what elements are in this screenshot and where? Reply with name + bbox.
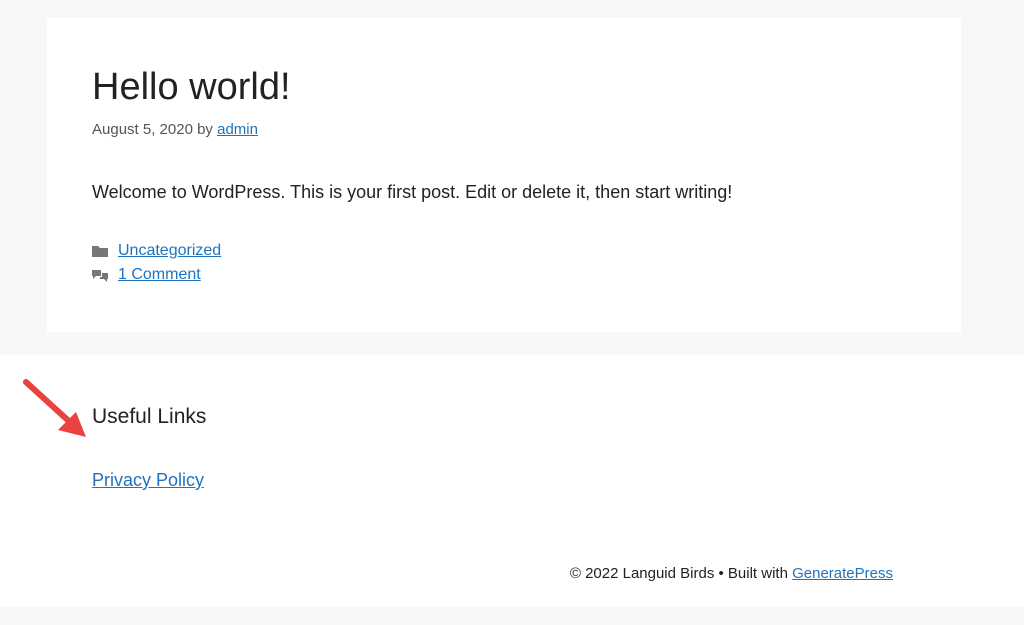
post-by-label: by xyxy=(197,121,213,138)
comments-row: 1 Comment xyxy=(91,266,201,284)
comments-link[interactable]: 1 Comment xyxy=(118,266,201,284)
post-card: Hello world! August 5, 2020 by admin Wel… xyxy=(47,18,961,332)
site-info: © 2022 Languid Birds • Built with Genera… xyxy=(570,565,893,582)
folder-icon xyxy=(92,246,108,257)
post-meta: August 5, 2020 by admin xyxy=(92,121,258,138)
privacy-policy-link[interactable]: Privacy Policy xyxy=(92,470,204,491)
post-date: August 5, 2020 xyxy=(92,121,193,138)
footer-widgets: Useful Links Privacy Policy © 2022 Langu… xyxy=(0,355,1024,607)
generatepress-link[interactable]: GeneratePress xyxy=(792,565,893,582)
category-link[interactable]: Uncategorized xyxy=(118,242,221,260)
copyright-text: © 2022 Languid Birds • Built with xyxy=(569,565,788,582)
category-row: Uncategorized xyxy=(91,242,221,260)
post-content: Welcome to WordPress. This is your first… xyxy=(92,182,733,202)
red-arrow-annotation xyxy=(23,379,86,437)
widget-title: Useful Links xyxy=(92,405,207,428)
author-link[interactable]: admin xyxy=(217,121,258,138)
post-title: Hello world! xyxy=(92,66,291,108)
comments-icon xyxy=(92,270,108,282)
